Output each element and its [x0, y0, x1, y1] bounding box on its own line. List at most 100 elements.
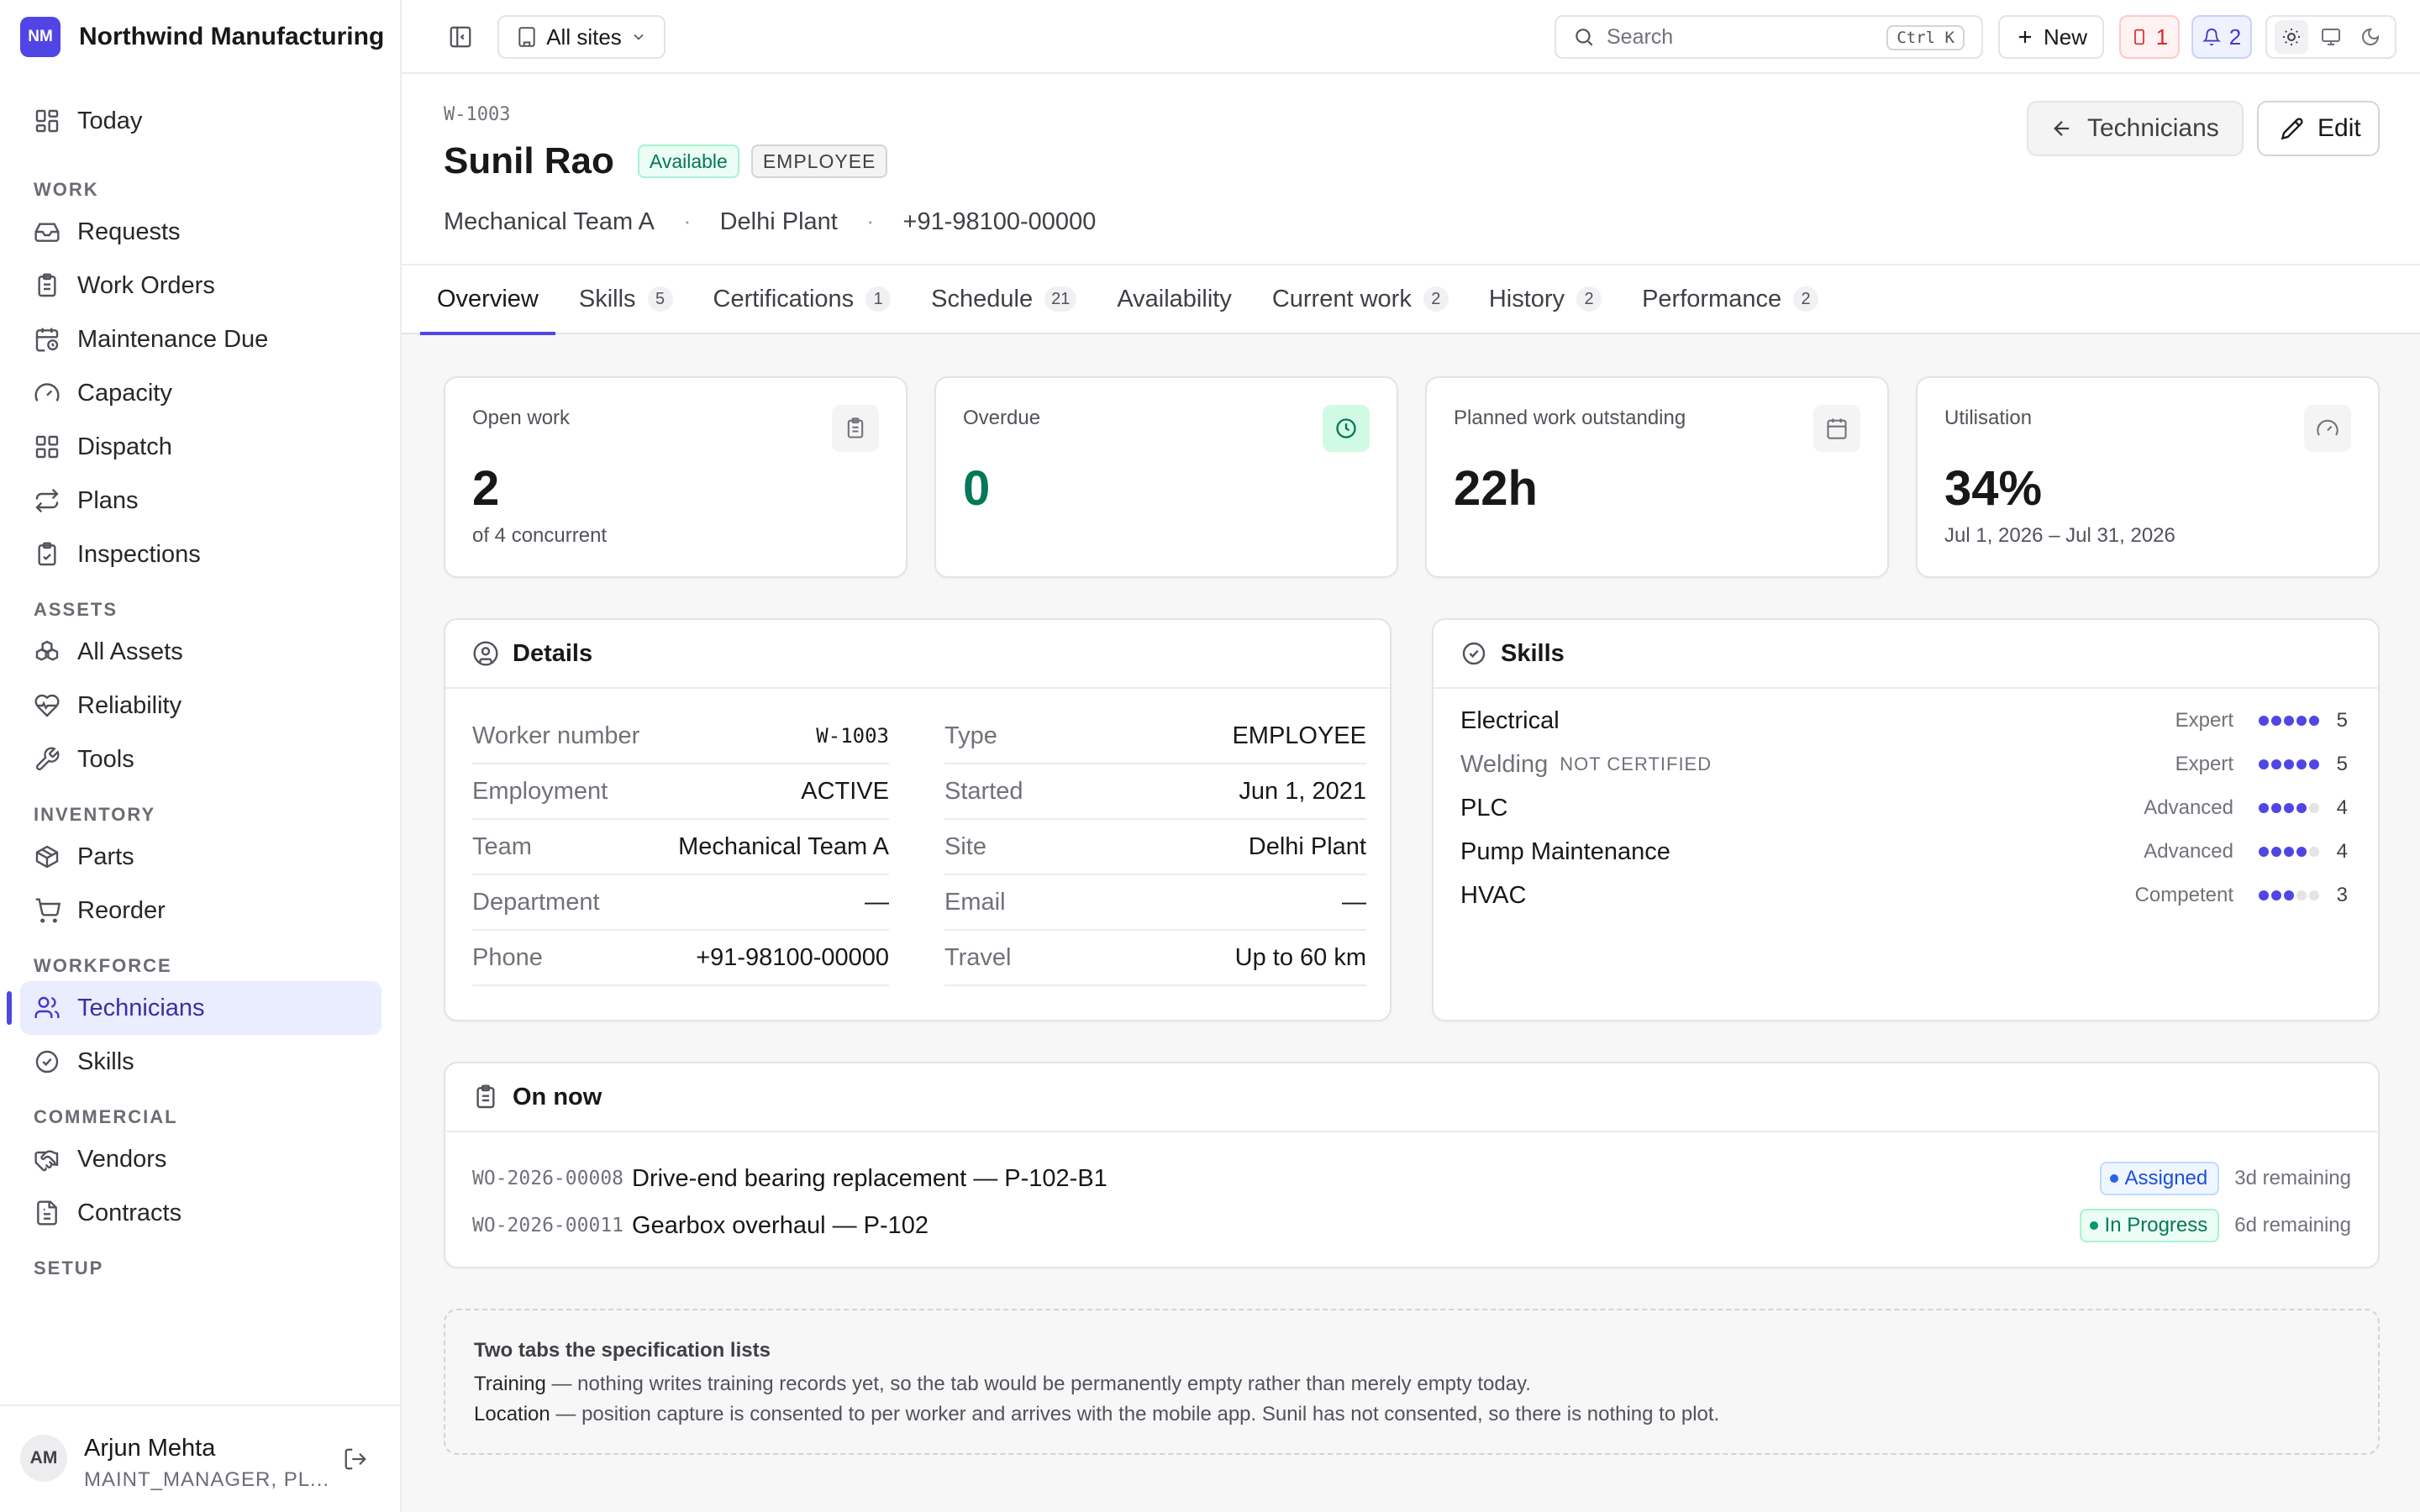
tab-bar: Overview Skills 5 Certifications 1 Schedul…	[402, 264, 2420, 335]
rating-dot	[2259, 759, 2269, 769]
edit-button[interactable]: Edit	[2257, 101, 2380, 156]
on-now-header: On now	[445, 1063, 2378, 1132]
sidebar-item-today[interactable]: Today	[20, 94, 381, 148]
user-profile[interactable]: AM Arjun Mehta MAINT_MANAGER, PL...	[0, 1404, 400, 1512]
on-now-title: On now	[513, 1083, 602, 1110]
status-dot	[2109, 1174, 2118, 1183]
skill-rating-dots	[2259, 803, 2319, 813]
sidebar-item-plans[interactable]: Plans	[20, 474, 381, 528]
detail-label: Department	[472, 888, 600, 916]
work-order-row[interactable]: WO-2026-00011 Gearbox overhaul — P-102 I…	[472, 1205, 2351, 1247]
work-order-code: WO-2026-00008	[472, 1168, 624, 1189]
kpi-open-work: Open work 2 of 4 concurrent	[444, 376, 908, 578]
kpi-sub: Jul 1, 2026 – Jul 31, 2026	[1944, 524, 2175, 547]
skill-row[interactable]: PLC Advanced 4	[1460, 786, 2348, 830]
skills-card: Skills Electrical Expert 5 Welding NOT CERTI…	[1432, 618, 2380, 1021]
tab-count: 1	[865, 286, 892, 312]
sidebar-item-label: Technicians	[77, 994, 205, 1021]
search-box[interactable]: Ctrl K	[1555, 15, 1983, 59]
sidebar-item-work-orders[interactable]: Work Orders	[20, 259, 381, 312]
building-icon	[516, 26, 538, 48]
note-term: Training	[474, 1373, 546, 1395]
rating-dot	[2309, 716, 2319, 726]
sidebar-item-label: Today	[77, 107, 143, 134]
work-order-status-group: Assigned 3d remaining	[2099, 1162, 2351, 1195]
tab-schedule[interactable]: Schedule 21	[914, 265, 1093, 333]
sidebar-item-inspections[interactable]: Inspections	[20, 528, 381, 581]
kpi-value: 22h	[1454, 461, 1538, 516]
skill-row[interactable]: Electrical Expert 5	[1460, 699, 2348, 743]
monitor-icon[interactable]	[2314, 20, 2348, 54]
detail-value: Jun 1, 2021	[1239, 777, 1366, 805]
skill-row[interactable]: Welding NOT CERTIFIED Expert 5	[1460, 743, 2348, 786]
tab-availability[interactable]: Availability	[1100, 265, 1248, 333]
status-badge: Assigned	[2099, 1162, 2220, 1195]
skill-row[interactable]: HVAC Competent 3	[1460, 874, 2348, 917]
sidebar-item-technicians[interactable]: Technicians	[7, 981, 381, 1035]
tab-current-work[interactable]: Current work 2	[1255, 265, 1465, 333]
skill-rating-dots	[2259, 890, 2319, 900]
theme-switcher	[2265, 15, 2396, 59]
new-button-label: New	[2043, 24, 2087, 50]
tab-label: Availability	[1117, 285, 1232, 312]
sidebar-item-tools[interactable]: Tools	[20, 732, 381, 786]
sidebar-item-label: Maintenance Due	[77, 325, 269, 353]
sidebar-item-requests[interactable]: Requests	[20, 205, 381, 259]
sidebar-item-label: All Assets	[77, 638, 183, 665]
page-title: Sunil Rao	[444, 140, 614, 181]
sidebar-nav: Today WORK Requests Work Orders Maintena…	[0, 94, 402, 1284]
sidebar-item-reorder[interactable]: Reorder	[20, 884, 381, 937]
brand[interactable]: NM Northwind Manufacturing	[20, 17, 384, 57]
detail-label: Started	[944, 777, 1023, 805]
details-right-column: Type EMPLOYEE Started Jun 1, 2021 Site Delh…	[944, 709, 1366, 986]
rating-dot	[2259, 847, 2269, 857]
skill-name: Electrical	[1460, 706, 1560, 734]
grid-icon	[34, 433, 60, 460]
work-order-title: Gearbox overhaul — P-102	[632, 1211, 929, 1239]
alerts-button[interactable]: 1	[2119, 15, 2180, 59]
skill-level: Expert	[2175, 753, 2233, 775]
sidebar-item-maintenance-due[interactable]: Maintenance Due	[20, 312, 381, 366]
clock-icon	[1323, 405, 1370, 452]
rating-dot	[2284, 716, 2294, 726]
users-icon	[34, 995, 60, 1021]
sidebar-item-capacity[interactable]: Capacity	[20, 366, 381, 420]
tab-history[interactable]: History 2	[1472, 265, 1618, 333]
detail-label: Phone	[472, 943, 543, 971]
detail-value: W-1003	[816, 724, 889, 748]
sidebar-item-all-assets[interactable]: All Assets	[20, 625, 381, 679]
kpi-label: Planned work outstanding	[1454, 407, 1686, 429]
sidebar-item-dispatch[interactable]: Dispatch	[20, 420, 381, 474]
tab-skills[interactable]: Skills 5	[562, 265, 690, 333]
sidebar-item-vendors[interactable]: Vendors	[20, 1132, 381, 1186]
tab-overview[interactable]: Overview	[420, 265, 555, 335]
work-order-row[interactable]: WO-2026-00008 Drive-end bearing replacem…	[472, 1158, 2351, 1200]
logout-icon[interactable]	[343, 1446, 368, 1472]
back-to-technicians-button[interactable]: Technicians	[2027, 101, 2244, 156]
sidebar-item-reliability[interactable]: Reliability	[20, 679, 381, 732]
rating-dot	[2309, 803, 2319, 813]
tab-certifications[interactable]: Certifications 1	[697, 265, 908, 333]
new-button[interactable]: New	[1998, 15, 2104, 59]
toggle-sidebar-button[interactable]	[439, 15, 482, 59]
moon-icon[interactable]	[2354, 20, 2387, 54]
clipboard-icon	[832, 405, 879, 452]
tab-count: 21	[1044, 286, 1077, 312]
sidebar-item-skills[interactable]: Skills	[20, 1035, 381, 1089]
user-circle-icon	[472, 640, 499, 667]
detail-value: Delhi Plant	[1248, 832, 1366, 860]
sidebar-item-label: Requests	[77, 218, 181, 245]
edit-button-label: Edit	[2317, 114, 2361, 142]
gauge-icon	[2304, 405, 2351, 452]
skill-level: Advanced	[2144, 796, 2233, 819]
notifications-button[interactable]: 2	[2191, 15, 2252, 59]
tab-performance[interactable]: Performance 2	[1625, 265, 1835, 333]
site-selector[interactable]: All sites	[497, 15, 666, 59]
skill-row[interactable]: Pump Maintenance Advanced 4	[1460, 830, 2348, 874]
panel-left-icon	[448, 24, 473, 50]
sun-icon[interactable]	[2275, 20, 2309, 54]
topbar: All sites Ctrl K New 1 2	[402, 0, 2420, 74]
sidebar-item-contracts[interactable]: Contracts	[20, 1186, 381, 1240]
sidebar-item-parts[interactable]: Parts	[20, 830, 381, 884]
search-input[interactable]	[1607, 24, 1892, 50]
